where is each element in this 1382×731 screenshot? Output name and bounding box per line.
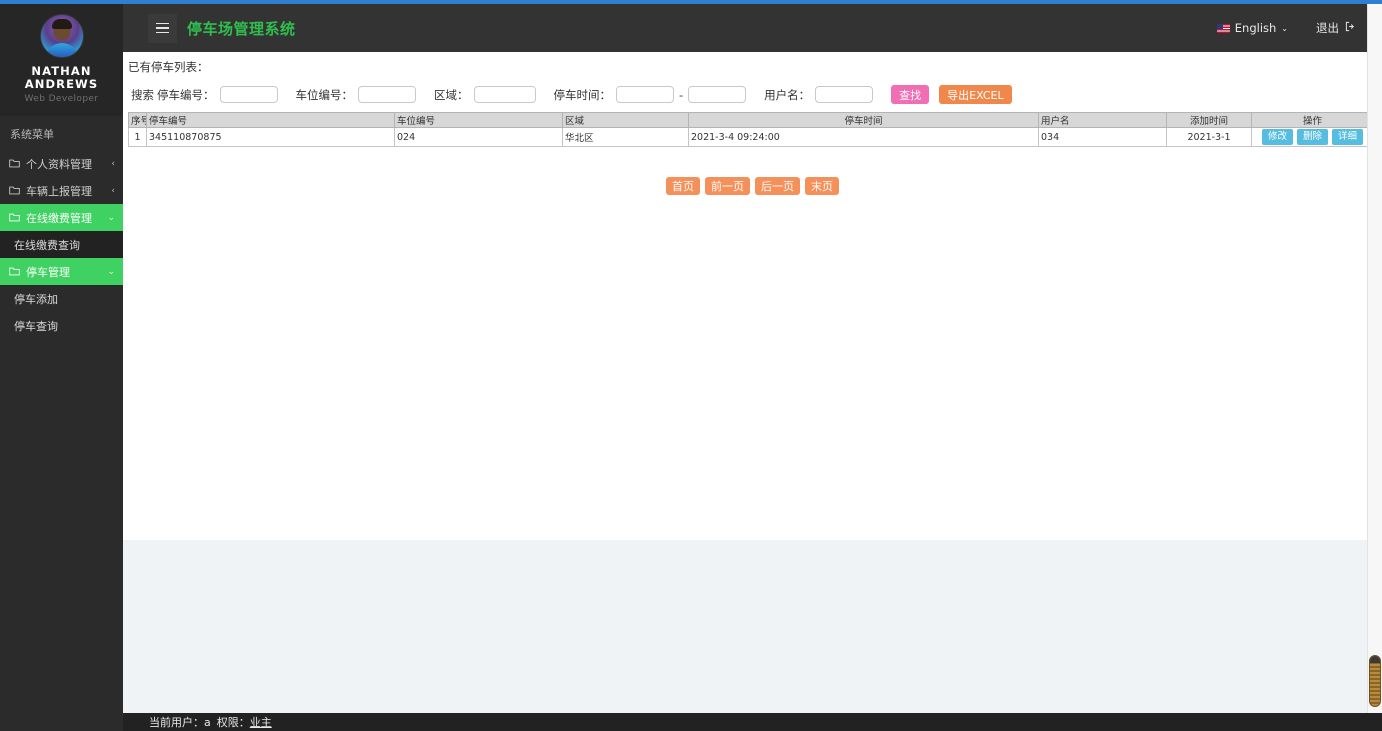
cell-actions: 修改 删除 详细 — [1251, 127, 1374, 147]
park-time-label: 停车时间： — [553, 87, 612, 102]
cell-park-time: 2021-3-4 09:24:00 — [688, 127, 1039, 147]
sidebar-item-label: 停车管理 — [26, 265, 70, 279]
folder-icon — [9, 158, 20, 169]
folder-icon — [9, 212, 20, 223]
chevron-left-icon: ‹ — [111, 185, 115, 196]
app-root: NATHAN ANDREWS Web Developer 系统菜单 个人资料管理… — [0, 0, 1382, 731]
username-input[interactable] — [815, 86, 874, 103]
usa-flag-icon — [1216, 23, 1230, 33]
logout-icon — [1345, 21, 1356, 35]
logout-label: 退出 — [1316, 21, 1339, 35]
detail-button[interactable]: 详细 — [1332, 129, 1364, 145]
footer-role-value: 业主 — [249, 716, 272, 729]
footer-role-label: 权限： — [216, 716, 250, 729]
chevron-down-icon: ⌄ — [1281, 23, 1288, 33]
header-actions: English ⌄ 退出 — [1216, 20, 1382, 36]
avatar — [39, 14, 84, 58]
footer-bar: 当前用户： a 权限： 业主 — [123, 713, 1382, 731]
footer-user-value: a — [204, 715, 211, 729]
col-add-time: 添加时间 — [1166, 112, 1252, 128]
parking-no-label: 停车编号： — [157, 87, 215, 102]
sidebar: NATHAN ANDREWS Web Developer 系统菜单 个人资料管理… — [0, 4, 123, 731]
search-filter-bar: 搜索 停车编号： 车位编号： 区域： 停车时间： - 用户名： 查找 导出EXC… — [123, 75, 1382, 112]
col-space-no: 车位编号 — [394, 112, 563, 128]
folder-icon — [9, 185, 20, 196]
main-content: 已有停车列表： 搜索 停车编号： 车位编号： 区域： 停车时间： - 用户名： … — [123, 52, 1382, 540]
sidebar-brand: NATHAN ANDREWS Web Developer — [0, 4, 123, 116]
col-park-time: 停车时间 — [688, 112, 1039, 128]
first-page-button[interactable]: 首页 — [666, 177, 700, 195]
sidebar-menu-title: 系统菜单 — [10, 128, 54, 141]
sidebar-item-personal-info[interactable]: 个人资料管理 ‹ — [0, 150, 123, 177]
search-lead-label: 搜索 — [131, 87, 154, 102]
park-time-to-input[interactable] — [688, 86, 747, 103]
page-scrollbar-thumb[interactable] — [1369, 655, 1381, 707]
pagination: 首页 前一页 后一页 末页 — [123, 177, 1382, 195]
space-no-label: 车位编号： — [295, 87, 354, 102]
space-no-input[interactable] — [358, 86, 416, 103]
language-selector[interactable]: English ⌄ — [1216, 21, 1288, 35]
table-row: 1 345110870875 024 华北区 2021-3-4 09:24:00… — [128, 127, 1374, 147]
next-page-button[interactable]: 后一页 — [755, 177, 800, 195]
prev-page-button[interactable]: 前一页 — [705, 177, 750, 195]
edit-button[interactable]: 修改 — [1261, 129, 1293, 145]
last-page-button[interactable]: 末页 — [805, 177, 839, 195]
col-region: 区域 — [562, 112, 689, 128]
col-parking-no: 停车编号 — [146, 112, 395, 128]
chevron-left-icon: ‹ — [111, 158, 115, 169]
hamburger-menu-icon[interactable] — [148, 13, 177, 43]
cell-index: 1 — [128, 127, 147, 147]
breadcrumb: 已有停车列表： — [128, 60, 209, 74]
sidebar-subitem-label: 停车添加 — [14, 292, 58, 306]
region-label: 区域： — [434, 87, 469, 102]
chevron-down-icon: ⌄ — [107, 266, 115, 277]
page-scrollbar-track[interactable] — [1367, 4, 1382, 713]
cell-space-no: 024 — [394, 127, 563, 147]
footer-user-label: 当前用户： — [149, 716, 204, 729]
content-spacer — [123, 540, 1382, 713]
sidebar-item-online-payment[interactable]: 在线缴费管理 ⌄ — [0, 204, 123, 231]
park-time-from-input[interactable] — [616, 86, 674, 103]
parking-no-input[interactable] — [219, 86, 278, 103]
sidebar-item-label: 在线缴费管理 — [26, 211, 92, 225]
sidebar-item-label: 车辆上报管理 — [26, 184, 92, 198]
range-separator: - — [679, 87, 684, 102]
language-label: English — [1234, 21, 1277, 35]
sidebar-item-label: 个人资料管理 — [26, 157, 92, 171]
cell-parking-no: 345110870875 — [146, 127, 395, 147]
table-container: 序号 停车编号 车位编号 区域 停车时间 用户名 添加时间 操作 1 34511… — [123, 112, 1382, 147]
sidebar-item-vehicle-report[interactable]: 车辆上报管理 ‹ — [0, 177, 123, 204]
sidebar-item-parking-management[interactable]: 停车管理 ⌄ — [0, 258, 123, 285]
export-excel-button[interactable]: 导出EXCEL — [939, 85, 1012, 104]
cell-region: 华北区 — [562, 127, 689, 147]
brand-role: Web Developer — [24, 94, 99, 104]
col-index: 序号 — [128, 112, 147, 128]
col-username: 用户名 — [1038, 112, 1167, 128]
cell-add-time: 2021-3-1 — [1166, 127, 1252, 147]
sidebar-item-parking-add[interactable]: 停车添加 — [0, 285, 123, 312]
col-actions: 操作 — [1251, 112, 1374, 128]
brand-name-line2: ANDREWS — [24, 77, 99, 91]
sidebar-subitem-label: 停车查询 — [14, 319, 58, 333]
find-button[interactable]: 查找 — [891, 85, 930, 104]
delete-button[interactable]: 删除 — [1296, 129, 1328, 145]
cell-username: 034 — [1038, 127, 1167, 147]
logout-button[interactable]: 退出 — [1316, 20, 1356, 36]
username-label: 用户名： — [764, 87, 811, 102]
folder-icon — [9, 266, 20, 277]
top-header: 停车场管理系统 English ⌄ 退出 — [123, 4, 1382, 52]
chevron-down-icon: ⌄ — [107, 212, 115, 223]
sidebar-item-online-payment-query[interactable]: 在线缴费查询 — [0, 231, 123, 258]
parking-table: 序号 停车编号 车位编号 区域 停车时间 用户名 添加时间 操作 1 34511… — [128, 112, 1374, 147]
page-title: 停车场管理系统 — [187, 19, 296, 38]
table-header-row: 序号 停车编号 车位编号 区域 停车时间 用户名 添加时间 操作 — [128, 112, 1374, 128]
sidebar-subitem-label: 在线缴费查询 — [14, 238, 80, 252]
sidebar-item-parking-query[interactable]: 停车查询 — [0, 312, 123, 339]
region-input[interactable] — [473, 86, 536, 103]
